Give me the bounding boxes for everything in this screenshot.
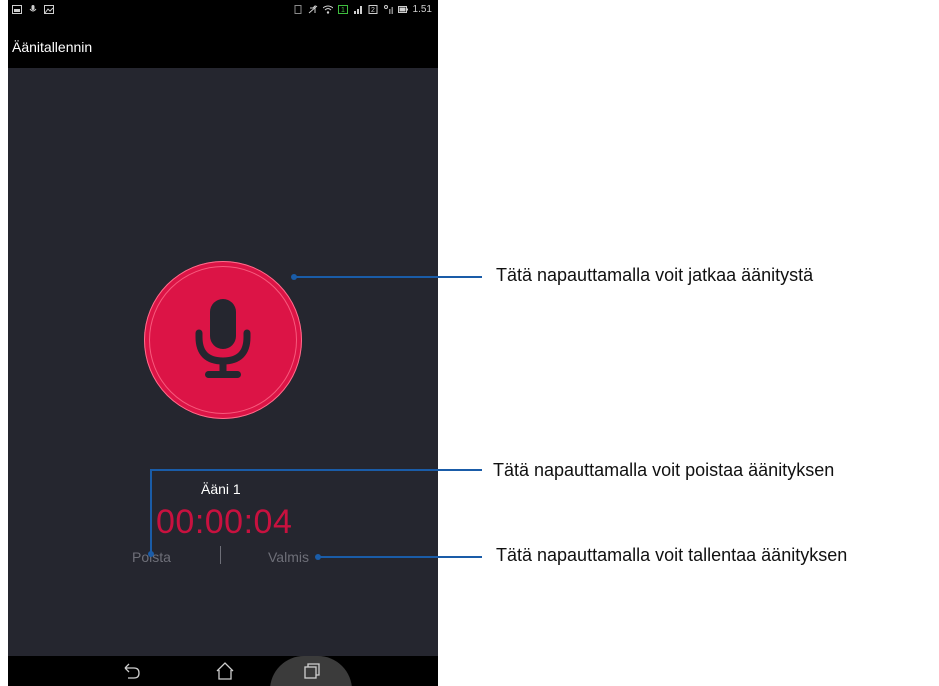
resume-callout-text: Tätä napauttamalla voit jatkaa äänitystä [496, 265, 814, 285]
delete-callout-text: Tätä napauttamalla voit poistaa äänityks… [493, 460, 835, 480]
svg-text:1: 1 [341, 7, 345, 14]
signal2-icon [383, 5, 393, 14]
done-button[interactable]: Valmis [268, 549, 309, 565]
phone-screen: 1 2 1.51 Äänitallennin Ääni 1 00:00:04 P… [8, 0, 438, 686]
mute-icon [308, 5, 317, 14]
recording-timer: 00:00:04 [156, 503, 293, 541]
navigation-bar [8, 656, 438, 686]
back-icon[interactable] [120, 661, 142, 681]
save-callout-line [318, 556, 482, 558]
wifi-icon [322, 5, 333, 14]
recording-name: Ääni 1 [201, 481, 241, 497]
delete-callout-line [150, 469, 482, 471]
home-icon[interactable] [214, 661, 236, 681]
data-icon: 1 [337, 5, 348, 14]
app-bar: Äänitallennin [8, 22, 438, 68]
svg-text:2: 2 [371, 7, 375, 14]
microphone-icon [195, 299, 251, 378]
gallery-icon [44, 5, 54, 14]
status-bar: 1 2 1.51 [8, 0, 438, 22]
recent-apps-icon[interactable] [301, 661, 323, 681]
image-icon [12, 5, 22, 14]
mic-icon [29, 5, 37, 12]
delete-callout-vertical-line [150, 470, 152, 554]
battery-icon [397, 6, 408, 13]
sim-icon [294, 5, 302, 14]
save-callout-text: Tätä napauttamalla voit tallentaa äänity… [496, 545, 848, 565]
sim2-icon: 2 [368, 5, 378, 14]
recorder-panel [8, 68, 438, 656]
button-separator [220, 546, 221, 564]
app-title: Äänitallennin [12, 39, 93, 55]
signal-icon [353, 6, 362, 14]
status-time: 1.51 [412, 4, 432, 15]
resume-recording-button[interactable] [144, 261, 302, 419]
resume-callout-line [294, 276, 482, 278]
